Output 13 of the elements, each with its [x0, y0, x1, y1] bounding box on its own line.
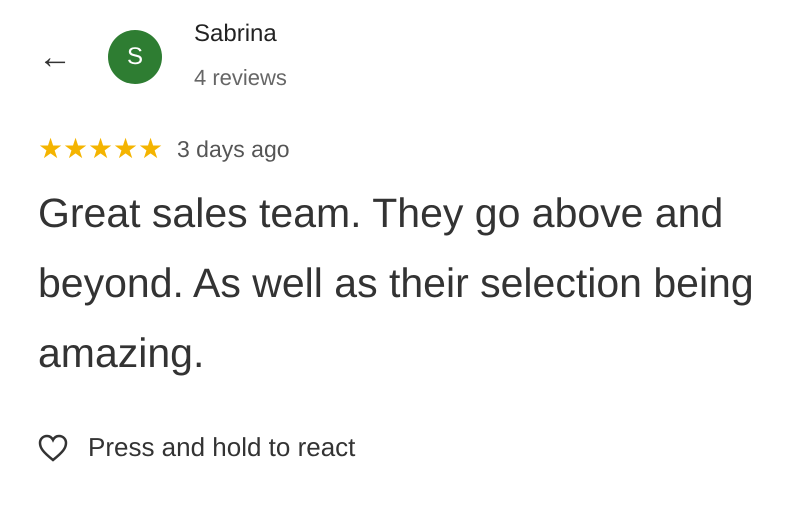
react-hint: Press and hold to react [88, 431, 356, 464]
star-icon: ★ [113, 135, 138, 164]
star-icon: ★ [88, 135, 113, 164]
star-icon: ★ [138, 135, 163, 164]
review-count: 4 reviews [194, 64, 287, 92]
star-icon: ★ [38, 135, 63, 164]
review-time: 3 days ago [177, 134, 290, 164]
heart-icon[interactable] [38, 434, 68, 462]
reviewer-name[interactable]: Sabrina [194, 20, 287, 49]
avatar: S [108, 30, 162, 84]
back-button[interactable]: ← [38, 40, 72, 74]
review-text: Great sales team. They go above and beyond. As well as their selection being amazing. [38, 189, 755, 378]
star-icon: ★ [63, 135, 88, 164]
